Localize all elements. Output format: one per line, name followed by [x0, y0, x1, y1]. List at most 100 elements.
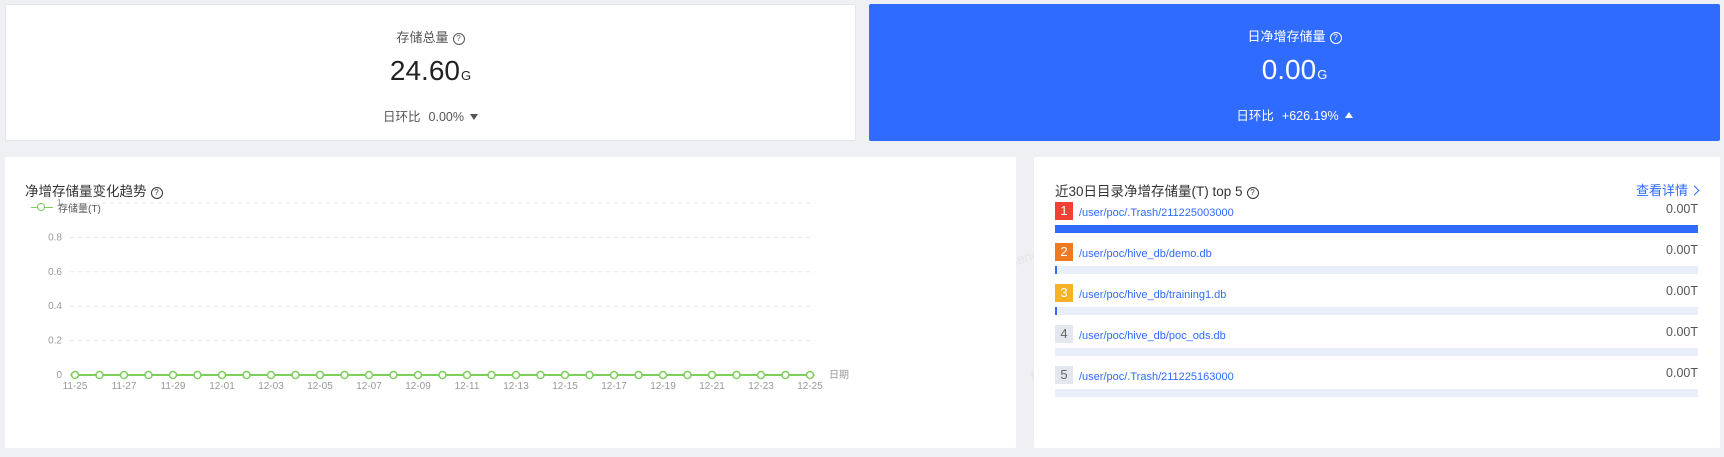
progress-track [1055, 266, 1698, 274]
data-point [95, 370, 104, 380]
progress-fill [1055, 225, 1698, 233]
total-storage-value: 24.60G [389, 55, 472, 86]
data-point [634, 370, 643, 380]
data-point [389, 370, 398, 380]
data-point [756, 370, 766, 380]
data-point [119, 370, 129, 380]
data-point [291, 370, 300, 380]
trend-chart-card: 0 0.2 0.4 0.6 0.8 1 日期 11-25 11-27 11-29 12-01 12-0… [5, 157, 1016, 448]
x-tick-label: 12-09 [405, 381, 431, 392]
top5-row: 3/user/poc/hive_db/training1.db 0.00T [1055, 284, 1698, 324]
data-point [266, 370, 276, 380]
progress-track [1055, 307, 1698, 315]
data-point [536, 370, 545, 380]
help-icon[interactable]: ? [150, 187, 163, 199]
chevron-right-icon [1689, 185, 1700, 196]
daily-growth-compare: 日环比 +626.19% [869, 105, 1720, 124]
x-tick-label: 12-11 [455, 381, 480, 392]
x-tick-label: 11-25 [63, 381, 88, 392]
daily-growth-title: 日净增存储量? [869, 26, 1720, 45]
legend-line-icon [31, 202, 53, 214]
data-point [70, 370, 80, 380]
progress-track [1055, 225, 1698, 233]
directory-path-link[interactable]: /user/poc/hive_db/poc_ods.db [1079, 330, 1226, 342]
daily-growth-unit: G [1317, 67, 1328, 82]
x-tick-label: 11-29 [161, 381, 186, 392]
data-point [805, 370, 815, 380]
data-point [683, 370, 692, 380]
rank-badge: 5 [1055, 366, 1073, 384]
help-icon[interactable]: ? [1329, 32, 1342, 44]
rank-badge: 2 [1055, 243, 1073, 261]
help-icon[interactable]: ? [452, 33, 465, 45]
y-tick-label: 0 [56, 370, 62, 381]
data-point [193, 370, 202, 380]
data-point [658, 370, 668, 380]
directory-path-link[interactable]: /user/poc/.Trash/211225003000 [1079, 207, 1234, 219]
daily-growth-card: 日净增存储量? 0.00G 日环比 +626.19% [869, 4, 1720, 141]
top5-row: 5/user/poc/.Trash/211225163000 0.00T [1055, 366, 1698, 406]
directory-amount: 0.00T [1666, 243, 1698, 257]
data-point [217, 370, 227, 380]
x-tick-label: 12-21 [699, 381, 725, 392]
caret-up-icon [1344, 112, 1353, 118]
x-tick-label: 12-23 [748, 381, 774, 392]
top5-row: 1/user/poc/.Trash/211225003000 0.00T [1055, 202, 1698, 242]
data-point [438, 370, 447, 380]
daily-growth-compare-value: +626.19% [1281, 109, 1339, 123]
progress-fill [1055, 307, 1057, 315]
x-tick-label: 12-17 [601, 381, 627, 392]
y-tick-label: 0.4 [48, 301, 62, 312]
y-tick-label: 0.2 [48, 336, 62, 347]
data-point [511, 370, 521, 380]
directory-amount: 0.00T [1666, 366, 1698, 380]
directory-path-link[interactable]: /user/poc/.Trash/211225163000 [1079, 371, 1234, 383]
x-tick-label: 12-15 [552, 381, 578, 392]
y-tick-label: 0.8 [48, 232, 62, 243]
caret-down-icon [469, 114, 478, 120]
progress-track [1055, 348, 1698, 356]
data-point [707, 370, 717, 380]
x-tick-label: 12-01 [209, 381, 235, 392]
directory-amount: 0.00T [1666, 202, 1698, 216]
directory-path-link[interactable]: /user/poc/hive_db/demo.db [1079, 248, 1212, 260]
data-point [340, 370, 349, 380]
x-tick-label: 12-13 [503, 381, 529, 392]
progress-track [1055, 389, 1698, 397]
top5-row: 4/user/poc/hive_db/poc_ods.db 0.00T [1055, 325, 1698, 365]
x-axis-label: 日期 [829, 369, 849, 381]
data-point [732, 370, 741, 380]
total-storage-title: 存储总量? [6, 27, 855, 46]
data-point [609, 370, 619, 380]
progress-fill [1055, 266, 1057, 274]
total-storage-unit: G [460, 68, 472, 83]
data-point [242, 370, 251, 380]
data-point [560, 370, 570, 380]
chart-legend[interactable]: 存储量(T) [31, 200, 101, 215]
help-icon[interactable]: ? [1246, 187, 1259, 199]
rank-badge: 4 [1055, 325, 1073, 343]
top5-row: 2/user/poc/hive_db/demo.db 0.00T [1055, 243, 1698, 283]
legend-label: 存储量(T) [58, 204, 101, 215]
x-tick-label: 12-07 [356, 381, 382, 392]
total-storage-card: 存储总量? 24.60G 日环比 0.00% [5, 4, 856, 141]
directory-amount: 0.00T [1666, 325, 1698, 339]
data-point [168, 370, 178, 380]
view-details-link[interactable]: 查看详情 [1636, 180, 1700, 199]
x-tick-label: 12-25 [797, 381, 823, 392]
daily-growth-value: 0.00G [1261, 54, 1328, 85]
data-point [487, 370, 496, 380]
y-tick-label: 0.6 [48, 267, 62, 278]
x-tick-label: 12-05 [307, 381, 333, 392]
data-point [413, 370, 423, 380]
data-point [315, 370, 325, 380]
directory-path-link[interactable]: /user/poc/hive_db/training1.db [1079, 289, 1226, 301]
data-point [462, 370, 472, 380]
data-point [585, 370, 594, 380]
data-point [364, 370, 374, 380]
trend-chart-title: 净增存储量变化趋势? [25, 180, 163, 200]
top5-title: 近30日目录净增存储量(T) top 5? [1055, 180, 1259, 200]
top5-card: 近30日目录净增存储量(T) top 5? 查看详情 1/user/poc/.T… [1034, 157, 1720, 448]
x-tick-label: 11-27 [112, 381, 137, 392]
trend-chart: 00.20.40.60.81日期11-25 11-27 11-29 12-01 12-0… [48, 198, 849, 392]
